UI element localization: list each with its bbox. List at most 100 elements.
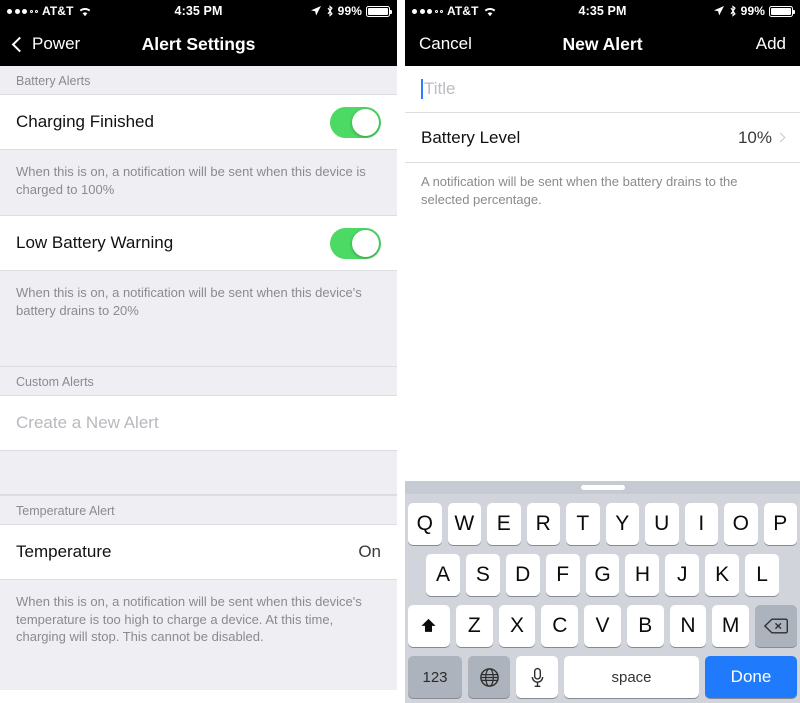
key-b[interactable]: B [626,605,664,647]
keyboard-drag-handle-bar[interactable] [405,481,800,494]
location-arrow-icon [713,5,725,17]
row-label: Low Battery Warning [16,233,174,252]
footer-note-charging-finished: When this is on, a notification will be … [0,150,397,216]
shift-arrow-icon [419,617,438,636]
bluetooth-icon [326,5,334,17]
chevron-right-icon [775,132,786,142]
key-q[interactable]: Q [408,503,442,545]
dual-screenshot-container: AT&T 4:35 PM 99% Power Alert Settings Ba… [0,0,800,703]
bluetooth-icon [729,5,737,17]
key-h[interactable]: H [625,554,660,596]
key-w[interactable]: W [447,503,481,545]
row-label: Create a New Alert [16,413,159,432]
key-o[interactable]: O [724,503,758,545]
key-p[interactable]: P [763,503,797,545]
key-z[interactable]: Z [455,605,493,647]
footer-note-temperature: When this is on, a notification will be … [0,580,397,690]
keyboard-row-2: A S D F G H J K L [405,554,800,596]
new-alert-screen: AT&T 4:35 PM 99% Cancel New Alert Add Ti… [405,0,800,703]
drag-handle-icon [580,485,625,490]
temperature-value: On [358,542,381,561]
text-caret [421,79,423,99]
navigation-bar-right: Cancel New Alert Add [405,22,800,66]
section-header-custom-alerts: Custom Alerts [0,366,397,396]
section-spacer [0,451,397,495]
row-charging-finished[interactable]: Charging Finished [0,95,397,150]
row-low-battery-warning[interactable]: Low Battery Warning [0,216,397,271]
battery-icon [769,5,795,17]
carrier-label: AT&T [42,4,74,18]
key-e[interactable]: E [487,503,521,545]
microphone-icon [530,667,545,688]
row-label: Charging Finished [16,112,154,131]
carrier-label: AT&T [447,4,479,18]
alert-settings-screen: AT&T 4:35 PM 99% Power Alert Settings Ba… [0,0,397,703]
key-d[interactable]: D [505,554,540,596]
key-s[interactable]: S [465,554,500,596]
row-label: Temperature [16,542,112,561]
battery-percent-label: 99% [337,4,362,18]
key-k[interactable]: K [705,554,740,596]
shift-key[interactable] [407,605,450,647]
wifi-icon [78,6,92,17]
key-u[interactable]: U [645,503,679,545]
charging-finished-toggle[interactable] [330,106,381,138]
status-bar-left-group: AT&T [7,4,199,18]
wifi-icon [483,6,497,17]
key-i[interactable]: I [684,503,718,545]
microphone-key[interactable] [516,656,558,698]
low-battery-warning-toggle[interactable] [330,227,381,259]
status-bar-left-group: AT&T [412,4,603,18]
key-l[interactable]: L [745,554,780,596]
row-battery-level[interactable]: Battery Level 10% [405,113,800,163]
location-arrow-icon [310,5,322,17]
key-n[interactable]: N [669,605,707,647]
keyboard-row-1: Q W E R T Y U I O P [405,503,800,545]
key-y[interactable]: Y [605,503,639,545]
footer-note-battery-level: A notification will be sent when the bat… [405,163,800,222]
battery-percent-label: 99% [740,4,765,18]
done-key[interactable]: Done [705,656,797,698]
footer-note-low-battery: When this is on, a notification will be … [0,271,397,366]
key-m[interactable]: M [712,605,750,647]
battery-icon [366,5,392,17]
key-f[interactable]: F [545,554,580,596]
battery-level-label: Battery Level [421,127,521,147]
key-x[interactable]: X [498,605,536,647]
backspace-key[interactable] [755,605,798,647]
onscreen-keyboard: Q W E R T Y U I O P A S D F G H J K L Z … [405,481,800,703]
status-bar-right-group: 99% [199,4,392,18]
key-g[interactable]: G [585,554,620,596]
globe-icon [479,667,500,688]
toggle-knob [352,229,379,257]
status-bar-left: AT&T 4:35 PM 99% [0,0,397,22]
status-bar-right-group: 99% [603,4,795,18]
row-create-new-alert[interactable]: Create a New Alert [0,396,397,451]
add-button[interactable]: Add [756,34,786,54]
back-button[interactable]: Power [11,34,80,54]
key-a[interactable]: A [426,554,460,596]
key-r[interactable]: R [526,503,560,545]
numbers-key[interactable]: 123 [408,656,462,698]
title-input-row[interactable]: Title [405,66,800,113]
battery-level-value: 10% [737,127,772,147]
toggle-knob [352,108,379,136]
title-input-placeholder: Title [424,79,456,98]
key-v[interactable]: V [584,605,621,647]
space-key[interactable]: space [564,656,699,698]
key-c[interactable]: C [541,605,579,647]
cancel-button[interactable]: Cancel [419,34,472,54]
backspace-icon [764,617,788,635]
keyboard-row-4: 123 space Done [405,656,800,698]
section-header-battery-alerts: Battery Alerts [0,66,397,95]
row-temperature[interactable]: Temperature On [0,525,397,580]
new-alert-form: Title Battery Level 10% A notification w… [405,66,800,222]
globe-key[interactable] [468,656,510,698]
key-t[interactable]: T [566,503,600,545]
screen-divider [397,0,405,703]
chevron-left-icon [11,36,28,52]
status-bar-right: AT&T 4:35 PM 99% [405,0,800,22]
section-header-temperature-alert: Temperature Alert [0,495,397,525]
navigation-bar-left: Power Alert Settings [0,22,397,66]
key-j[interactable]: J [665,554,700,596]
